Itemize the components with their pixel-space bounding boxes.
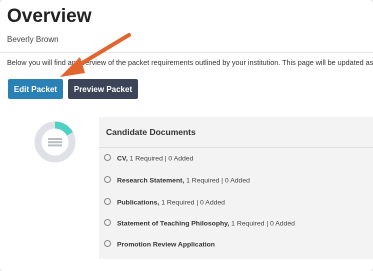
divider	[99, 147, 373, 148]
document-item-cv[interactable]: CV, 1 Required | 0 Added	[104, 154, 193, 162]
app-frame: Overview Beverly Brown Below you will fi…	[0, 0, 373, 271]
circle-icon	[104, 240, 111, 247]
preview-packet-button[interactable]: Preview Packet	[68, 79, 138, 99]
document-item-teaching-philosophy[interactable]: Statement of Teaching Philosophy, 1 Requ…	[104, 219, 295, 227]
progress-ring	[34, 121, 76, 163]
documents-heading: Candidate Documents	[106, 127, 196, 137]
candidate-documents-panel: Candidate Documents CV, 1 Required | 0 A…	[99, 117, 373, 259]
circle-icon	[104, 176, 111, 183]
candidate-name: Beverly Brown	[7, 35, 59, 44]
page-title: Overview	[7, 6, 92, 27]
intro-text: Below you will find an overview of the p…	[7, 58, 373, 67]
page-header: Overview Beverly Brown	[0, 0, 373, 53]
edit-packet-button[interactable]: Edit Packet	[8, 79, 63, 99]
circle-icon	[104, 219, 111, 226]
document-item-research-statement[interactable]: Research Statement, 1 Required | 0 Added	[104, 176, 250, 184]
document-item-promotion-review[interactable]: Promotion Review Application	[104, 240, 215, 248]
circle-icon	[104, 198, 111, 205]
document-item-publications[interactable]: Publications, 1 Required | 0 Added	[104, 198, 225, 206]
circle-icon	[104, 154, 111, 161]
document-icon	[48, 138, 62, 147]
